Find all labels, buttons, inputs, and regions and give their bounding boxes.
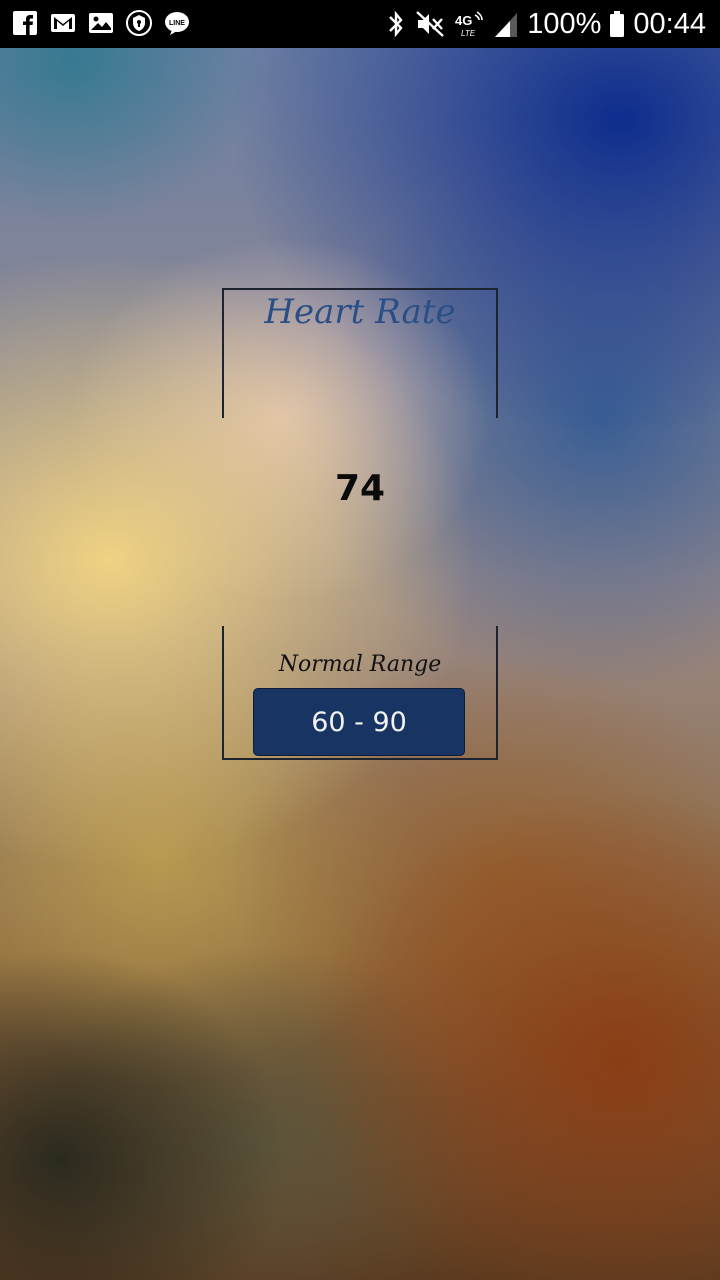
bluetooth-icon bbox=[389, 10, 403, 38]
mute-icon bbox=[416, 11, 445, 37]
normal-range-value: 60 - 90 bbox=[311, 706, 407, 738]
gallery-icon bbox=[89, 13, 113, 33]
svg-text:LTE: LTE bbox=[461, 29, 476, 38]
4g-lte-icon: 4G LTE bbox=[455, 11, 484, 38]
svg-text:LINE: LINE bbox=[169, 20, 185, 27]
network-label: 4G bbox=[455, 13, 472, 28]
line-icon: LINE bbox=[165, 12, 189, 35]
vpn-shield-icon bbox=[126, 10, 152, 36]
notification-icons: LINE bbox=[12, 10, 190, 36]
battery-icon bbox=[610, 11, 625, 37]
normal-range-label: Normal Range bbox=[278, 652, 442, 677]
signal-icon bbox=[495, 13, 518, 37]
page-title: Heart Rate bbox=[264, 292, 456, 332]
facebook-icon bbox=[13, 11, 37, 35]
clock: 00:44 bbox=[633, 8, 706, 40]
battery-percent: 100% bbox=[527, 8, 602, 40]
status-bar: LINE 4G LTE 100% 00:44 bbox=[0, 0, 720, 48]
heart-rate-value: 74 bbox=[334, 468, 386, 509]
system-status: 4G LTE 100% 00:44 bbox=[385, 6, 706, 42]
gmail-icon bbox=[51, 14, 75, 32]
normal-range-button[interactable]: 60 - 90 bbox=[253, 688, 465, 756]
